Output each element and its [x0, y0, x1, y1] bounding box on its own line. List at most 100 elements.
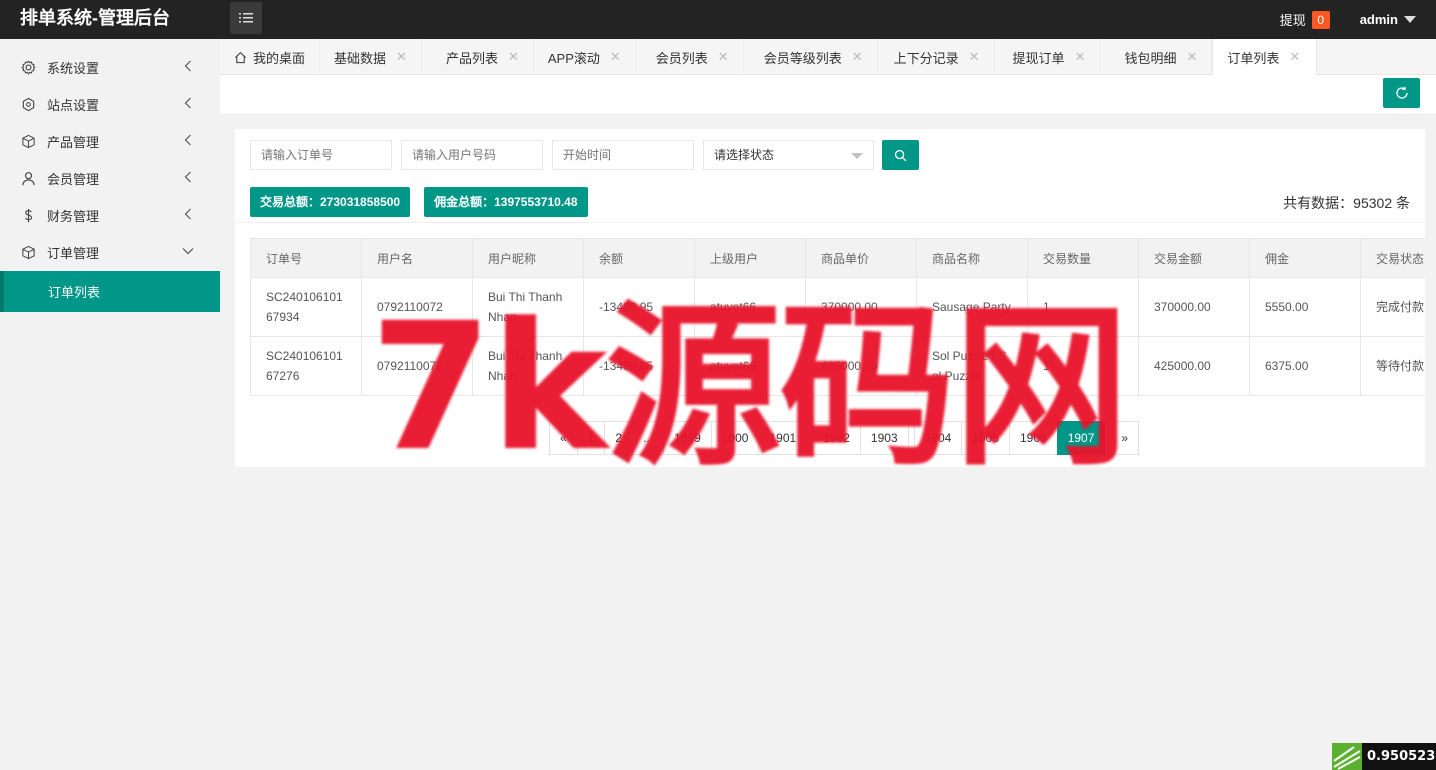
tab-member-list[interactable]: 会员列表 ✕: [636, 39, 744, 75]
site-icon: [20, 97, 36, 113]
table-header-row: 订单号 用户名 用户昵称 余额 上级用户 商品单价 商品名称 交易数量 交易金额…: [250, 238, 1425, 278]
column-header: 余额: [583, 238, 695, 278]
sidebar-item-finance-management[interactable]: 财务管理: [0, 197, 220, 234]
column-header: 交易数量: [1027, 238, 1139, 278]
order-number-input[interactable]: [250, 140, 392, 170]
sidebar: 系统设置 站点设置 产品管理 会员管理 财务管理 订单管理 订单列表: [0, 39, 220, 770]
column-header: 商品单价: [805, 238, 917, 278]
tab-label: 我的桌面: [253, 50, 306, 66]
close-icon[interactable]: ✕: [1075, 49, 1086, 65]
list-icon: [239, 13, 253, 23]
filter-bar: 请选择状态: [250, 140, 919, 170]
column-header: 上级用户: [694, 238, 806, 278]
top-bar: 排单系统-管理后台 提现 0 admin: [0, 0, 1436, 39]
user-phone-input[interactable]: [401, 140, 543, 170]
gear-icon: [20, 60, 36, 76]
start-time-input[interactable]: [552, 140, 694, 170]
search-button[interactable]: [882, 140, 919, 170]
caret-down-icon: [1404, 16, 1416, 23]
column-header: 交易状态: [1360, 238, 1425, 278]
sidebar-item-system-settings[interactable]: 系统设置: [0, 49, 220, 86]
tab-label: 会员列表: [655, 50, 708, 66]
close-icon[interactable]: ✕: [852, 49, 863, 65]
tab-basic-data[interactable]: 基础数据 ✕: [320, 39, 422, 75]
table-cell: 等待付款: [1360, 336, 1425, 396]
fps-graph-icon: [1332, 743, 1362, 770]
column-header: 用户名: [361, 238, 473, 278]
table-cell: SC24010610167934: [250, 277, 362, 337]
tab-member-level-list[interactable]: 会员等级列表 ✕: [744, 39, 878, 75]
order-icon: [20, 245, 36, 261]
box-icon: [20, 134, 36, 150]
user-name: admin: [1359, 12, 1398, 27]
tab-label: 产品列表: [445, 50, 498, 66]
sidebar-item-order-list[interactable]: 订单列表: [0, 271, 220, 312]
close-icon[interactable]: ✕: [508, 49, 519, 65]
close-icon[interactable]: ✕: [969, 49, 980, 65]
table-cell: 完成付款: [1360, 277, 1425, 337]
tab-label: 提现订单: [1012, 50, 1065, 66]
sidebar-item-label: 系统设置: [47, 61, 100, 76]
sidebar-item-site-settings[interactable]: 站点设置: [0, 86, 220, 123]
close-icon[interactable]: ✕: [1289, 49, 1300, 65]
withdraw-link[interactable]: 提现 0: [1280, 10, 1330, 29]
refresh-icon: [1395, 86, 1408, 99]
trade-total-badge: 交易总额：273031858500: [250, 187, 411, 217]
record-count: 共有数据：95302 条: [1283, 195, 1410, 211]
divider: [235, 222, 1425, 223]
column-header: 佣金: [1249, 238, 1361, 278]
user-menu[interactable]: admin: [1360, 12, 1416, 27]
tab-label: 订单列表: [1227, 50, 1280, 66]
status-select[interactable]: 请选择状态: [703, 140, 874, 170]
withdraw-count-badge: 0: [1311, 10, 1330, 29]
close-icon[interactable]: ✕: [1186, 49, 1197, 65]
user-icon: [20, 171, 36, 187]
tab-product-list[interactable]: 产品列表 ✕: [422, 39, 534, 75]
column-header: 订单号: [250, 238, 362, 278]
withdraw-label: 提现: [1279, 13, 1306, 28]
tab-bar: 我的桌面 基础数据 ✕ 产品列表 ✕ APP滚动 ✕ 会员列表 ✕ 会员等级列表…: [220, 39, 1436, 75]
column-header: 商品名称: [916, 238, 1028, 278]
tab-label: 钱包明细: [1124, 50, 1177, 66]
tab-withdraw-orders[interactable]: 提现订单 ✕: [995, 39, 1101, 75]
refresh-button[interactable]: [1383, 78, 1420, 108]
sidebar-item-label: 站点设置: [47, 98, 100, 113]
chevron-left-icon: [184, 60, 191, 72]
search-icon: [894, 149, 907, 161]
tab-app-scroll[interactable]: APP滚动 ✕: [534, 39, 636, 75]
table-cell: 5550.00: [1249, 277, 1361, 337]
chevron-left-icon: [184, 97, 191, 109]
close-icon[interactable]: ✕: [718, 49, 729, 65]
tab-label: 基础数据: [334, 50, 387, 66]
menu-toggle-button[interactable]: [230, 2, 262, 34]
sidebar-item-label: 财务管理: [47, 209, 100, 224]
status-select-value: 请选择状态: [714, 148, 775, 162]
sidebar-item-label: 产品管理: [47, 135, 100, 150]
home-icon: [235, 51, 246, 63]
chevron-left-icon: [184, 134, 191, 146]
tab-score-records[interactable]: 上下分记录 ✕: [878, 39, 995, 75]
table-cell: 6375.00: [1249, 336, 1361, 396]
chevron-down-icon: [851, 153, 863, 159]
tab-my-desktop[interactable]: 我的桌面: [220, 39, 321, 75]
close-icon[interactable]: ✕: [396, 49, 407, 65]
column-header: 用户昵称: [472, 238, 584, 278]
sidebar-item-product-management[interactable]: 产品管理: [0, 123, 220, 160]
column-header: 交易金额: [1138, 238, 1250, 278]
table-cell: 370000.00: [1138, 277, 1250, 337]
chevron-left-icon: [184, 171, 191, 183]
sidebar-item-label: 订单管理: [47, 246, 100, 261]
tab-label: 会员等级列表: [763, 50, 842, 66]
tab-wallet-details[interactable]: 钱包明细 ✕: [1100, 39, 1213, 75]
close-icon[interactable]: ✕: [610, 49, 621, 65]
dollar-icon: [20, 208, 36, 224]
sidebar-item-order-management[interactable]: 订单管理: [0, 234, 220, 271]
fps-value: 0.950523s: [1367, 749, 1436, 764]
commission-total-badge: 佣金总额：1397553710.48: [424, 187, 588, 217]
tab-order-list[interactable]: 订单列表 ✕: [1212, 39, 1318, 75]
tab-label: 上下分记录: [893, 50, 959, 66]
sidebar-item-member-management[interactable]: 会员管理: [0, 160, 220, 197]
app-title: 排单系统-管理后台: [20, 8, 170, 28]
tab-label: APP滚动: [547, 50, 600, 66]
chevron-down-icon: [182, 248, 194, 255]
